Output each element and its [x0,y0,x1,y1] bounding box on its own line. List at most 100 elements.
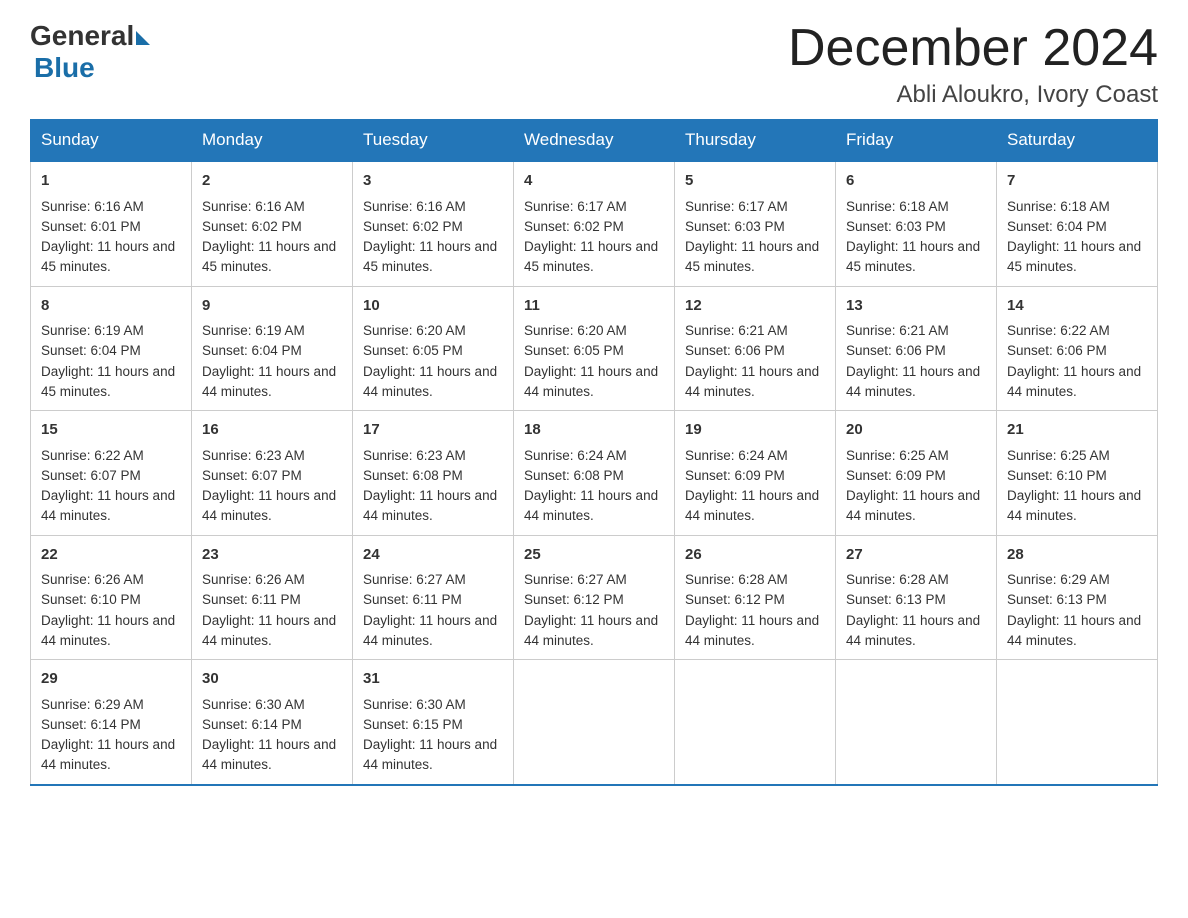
day-number: 24 [363,544,503,567]
calendar-cell: 27Sunrise: 6:28 AMSunset: 6:13 PMDayligh… [836,535,997,660]
daylight-text: Daylight: 11 hours and 44 minutes. [846,488,980,523]
calendar-cell: 30Sunrise: 6:30 AMSunset: 6:14 PMDayligh… [192,660,353,785]
sunrise-text: Sunrise: 6:26 AM [41,572,144,587]
day-number: 28 [1007,544,1147,567]
day-number: 25 [524,544,664,567]
daylight-text: Daylight: 11 hours and 44 minutes. [202,737,336,772]
daylight-text: Daylight: 11 hours and 45 minutes. [41,364,175,399]
daylight-text: Daylight: 11 hours and 44 minutes. [1007,613,1141,648]
location-subtitle: Abli Aloukro, Ivory Coast [788,81,1158,109]
sunrise-text: Sunrise: 6:24 AM [685,448,788,463]
sunrise-text: Sunrise: 6:27 AM [524,572,627,587]
title-block: December 2024 Abli Aloukro, Ivory Coast [788,20,1158,109]
daylight-text: Daylight: 11 hours and 44 minutes. [524,488,658,523]
daylight-text: Daylight: 11 hours and 44 minutes. [363,364,497,399]
daylight-text: Daylight: 11 hours and 44 minutes. [846,613,980,648]
day-number: 8 [41,295,181,318]
day-number: 31 [363,668,503,691]
calendar-cell: 8Sunrise: 6:19 AMSunset: 6:04 PMDaylight… [31,286,192,411]
logo-general-text: General [30,20,134,52]
sunset-text: Sunset: 6:12 PM [524,592,624,607]
sunrise-text: Sunrise: 6:23 AM [202,448,305,463]
sunrise-text: Sunrise: 6:21 AM [846,323,949,338]
daylight-text: Daylight: 11 hours and 44 minutes. [524,613,658,648]
day-number: 14 [1007,295,1147,318]
day-number: 6 [846,170,986,193]
calendar-cell: 19Sunrise: 6:24 AMSunset: 6:09 PMDayligh… [675,411,836,536]
sunrise-text: Sunrise: 6:28 AM [685,572,788,587]
calendar-cell: 31 Sunrise: 6:30 AM Sunset: 6:15 PM Dayligh… [353,660,514,785]
sunset-text: Sunset: 6:14 PM [41,717,141,732]
calendar-week-row: 1Sunrise: 6:16 AMSunset: 6:01 PMDaylight… [31,161,1158,286]
calendar-cell: 16Sunrise: 6:23 AMSunset: 6:07 PMDayligh… [192,411,353,536]
sunset-text: Sunset: 6:05 PM [363,343,463,358]
sunrise-text: Sunrise: 6:30 AM [363,697,466,712]
calendar-week-row: 15Sunrise: 6:22 AMSunset: 6:07 PMDayligh… [31,411,1158,536]
calendar-cell: 15Sunrise: 6:22 AMSunset: 6:07 PMDayligh… [31,411,192,536]
calendar-cell: 22Sunrise: 6:26 AMSunset: 6:10 PMDayligh… [31,535,192,660]
day-number: 27 [846,544,986,567]
logo: General Blue [30,20,150,84]
day-number: 23 [202,544,342,567]
day-number: 30 [202,668,342,691]
day-number: 11 [524,295,664,318]
sunset-text: Sunset: 6:09 PM [846,468,946,483]
sunrise-text: Sunrise: 6:25 AM [1007,448,1110,463]
day-number: 5 [685,170,825,193]
day-number: 29 [41,668,181,691]
header-thursday: Thursday [675,120,836,162]
calendar-week-row: 29 Sunrise: 6:29 AM Sunset: 6:14 PM Dayligh… [31,660,1158,785]
sunrise-text: Sunrise: 6:17 AM [685,199,788,214]
sunset-text: Sunset: 6:13 PM [1007,592,1107,607]
daylight-text: Daylight: 11 hours and 44 minutes. [41,613,175,648]
calendar-cell: 18Sunrise: 6:24 AMSunset: 6:08 PMDayligh… [514,411,675,536]
daylight-text: Daylight: 11 hours and 44 minutes. [685,613,819,648]
calendar-week-row: 8 Sunrise: 6:19 AM Sunset: 6:04 PM Daylight… [31,286,1158,411]
calendar-cell [836,660,997,785]
sunset-text: Sunset: 6:03 PM [685,219,785,234]
sunset-text: Sunset: 6:08 PM [524,468,624,483]
daylight-text: Daylight: 11 hours and 45 minutes. [202,239,336,274]
calendar-header-row: SundayMondayTuesdayWednesdayThursdayFrid… [31,120,1158,162]
sunset-text: Sunset: 6:10 PM [41,592,141,607]
header-tuesday: Tuesday [353,120,514,162]
daylight-text: Daylight: 11 hours and 44 minutes. [524,364,658,399]
calendar-cell: 23Sunrise: 6:26 AMSunset: 6:11 PMDayligh… [192,535,353,660]
sunrise-text: Sunrise: 6:29 AM [41,697,144,712]
sunrise-text: Sunrise: 6:16 AM [202,199,305,214]
sunrise-text: Sunrise: 6:28 AM [846,572,949,587]
day-number: 19 [685,419,825,442]
sunrise-text: Sunrise: 6:18 AM [1007,199,1110,214]
sunset-text: Sunset: 6:06 PM [1007,343,1107,358]
calendar-table: SundayMondayTuesdayWednesdayThursdayFrid… [30,119,1158,786]
day-number: 7 [1007,170,1147,193]
calendar-cell: 7Sunrise: 6:18 AMSunset: 6:04 PMDaylight… [997,161,1158,286]
calendar-cell: 29Sunrise: 6:29 AMSunset: 6:14 PMDayligh… [31,660,192,785]
daylight-text: Daylight: 11 hours and 44 minutes. [363,737,497,772]
sunrise-text: Sunrise: 6:20 AM [524,323,627,338]
daylight-text: Daylight: 11 hours and 44 minutes. [1007,364,1141,399]
sunrise-text: Sunrise: 6:18 AM [846,199,949,214]
sunrise-text: Sunrise: 6:19 AM [41,323,144,338]
daylight-text: Daylight: 11 hours and 45 minutes. [524,239,658,274]
day-number: 20 [846,419,986,442]
day-number: 16 [202,419,342,442]
sunset-text: Sunset: 6:05 PM [524,343,624,358]
calendar-cell: 3Sunrise: 6:16 AMSunset: 6:02 PMDaylight… [353,161,514,286]
sunset-text: Sunset: 6:15 PM [363,717,463,732]
daylight-text: Daylight: 11 hours and 44 minutes. [202,613,336,648]
daylight-text: Daylight: 11 hours and 44 minutes. [685,364,819,399]
sunset-text: Sunset: 6:06 PM [685,343,785,358]
header-monday: Monday [192,120,353,162]
page-header: General Blue December 2024 Abli Aloukro,… [30,20,1158,109]
day-number: 12 [685,295,825,318]
calendar-cell: 13Sunrise: 6:21 AMSunset: 6:06 PMDayligh… [836,286,997,411]
header-sunday: Sunday [31,120,192,162]
calendar-cell: 25 Sunrise: 6:27 AM Sunset: 6:12 PM Dayligh… [514,535,675,660]
sunset-text: Sunset: 6:04 PM [202,343,302,358]
daylight-text: Daylight: 11 hours and 44 minutes. [202,364,336,399]
calendar-cell: 24Sunrise: 6:27 AMSunset: 6:11 PMDayligh… [353,535,514,660]
sunset-text: Sunset: 6:04 PM [1007,219,1107,234]
day-number: 15 [41,419,181,442]
sunrise-text: Sunrise: 6:16 AM [363,199,466,214]
